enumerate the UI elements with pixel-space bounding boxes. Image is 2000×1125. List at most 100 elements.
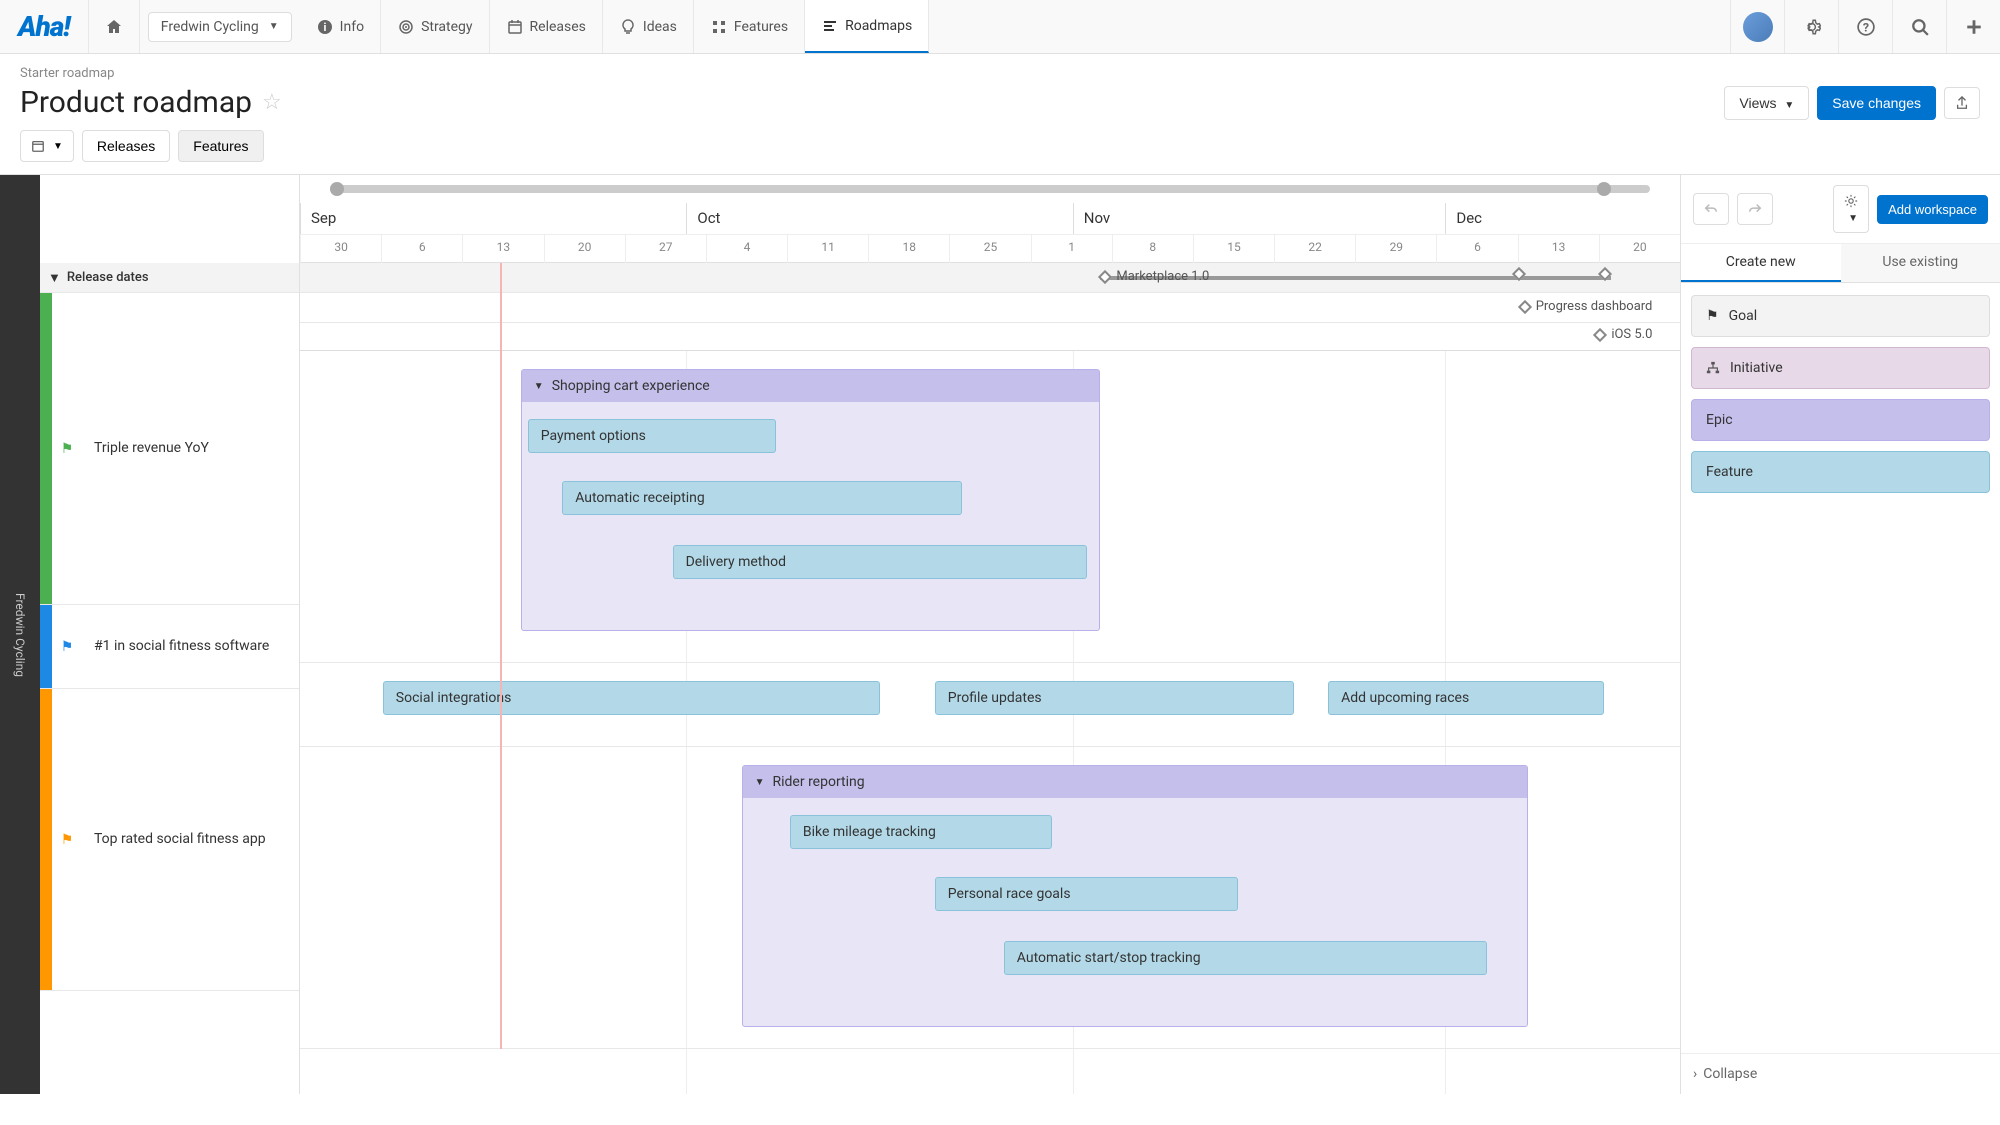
- nav-info[interactable]: i Info: [300, 0, 381, 53]
- main-content: Fredwin Cycling ▼ Release dates ⚑ Triple…: [0, 175, 2000, 1094]
- add-button[interactable]: [1946, 0, 2000, 53]
- target-icon: [397, 18, 415, 36]
- scrubber-handle-start[interactable]: [330, 182, 344, 196]
- logo: Aha!: [0, 10, 88, 43]
- release-milestone-marker[interactable]: [1600, 269, 1610, 279]
- week-header: 30 6 13 20 27 4 11 18 25 1 8 15 22 29 6 …: [300, 235, 1680, 263]
- release-milestone[interactable]: Progress dashboard: [1520, 299, 1653, 314]
- release-milestone[interactable]: iOS 5.0: [1595, 327, 1652, 342]
- share-icon: [1955, 96, 1969, 110]
- settings-button[interactable]: [1784, 0, 1838, 53]
- grid-icon: [710, 18, 728, 36]
- nav-features[interactable]: Features: [694, 0, 805, 53]
- release-milestone[interactable]: Marketplace 1.0: [1100, 269, 1209, 284]
- nav-releases[interactable]: Releases: [490, 0, 603, 53]
- flag-icon: ⚑: [52, 605, 82, 688]
- chevron-down-icon: ▼: [48, 270, 61, 286]
- feature-card[interactable]: Automatic start/stop tracking: [1004, 941, 1487, 975]
- goal-row[interactable]: ⚑ Triple revenue YoY: [40, 293, 299, 605]
- nav-home[interactable]: [88, 0, 140, 53]
- month-label: Dec: [1445, 203, 1680, 234]
- info-icon: i: [316, 18, 334, 36]
- add-workspace-button[interactable]: Add workspace: [1877, 195, 1988, 224]
- workspace-selector[interactable]: Fredwin Cycling ▼: [148, 12, 292, 42]
- diamond-icon: [1593, 327, 1607, 341]
- today-line: [500, 263, 502, 1049]
- collapse-panel-button[interactable]: › Collapse: [1681, 1053, 2000, 1094]
- caret-down-icon: ▼: [1784, 100, 1794, 111]
- hierarchy-icon: [1706, 361, 1720, 375]
- tab-use-existing[interactable]: Use existing: [1841, 244, 2000, 282]
- tab-create-new[interactable]: Create new: [1681, 244, 1841, 282]
- page-title: Product roadmap ☆: [20, 85, 282, 120]
- month-label: Nov: [1073, 203, 1446, 234]
- home-icon: [105, 18, 123, 36]
- share-button[interactable]: [1944, 87, 1980, 119]
- nav-ideas[interactable]: Ideas: [603, 0, 694, 53]
- star-icon[interactable]: ☆: [262, 90, 282, 115]
- user-avatar[interactable]: [1730, 0, 1784, 53]
- feature-card[interactable]: Social integrations: [383, 681, 880, 715]
- help-button[interactable]: ?: [1838, 0, 1892, 53]
- panel-settings-button[interactable]: ▼: [1833, 185, 1869, 233]
- color-strip: [40, 689, 52, 990]
- search-icon: [1911, 18, 1929, 36]
- feature-card[interactable]: Bike mileage tracking: [790, 815, 1052, 849]
- palette-feature[interactable]: Feature: [1691, 451, 1990, 493]
- features-toggle[interactable]: Features: [178, 130, 263, 162]
- feature-card[interactable]: Automatic receipting: [562, 481, 962, 515]
- release-milestone-marker[interactable]: [1514, 269, 1524, 279]
- timeline: Sep Oct Nov Dec 30 6 13 20 27 4 11 18 25…: [300, 175, 1680, 1094]
- palette-epic[interactable]: Epic: [1691, 399, 1990, 441]
- timeline-scrubber[interactable]: [300, 175, 1680, 203]
- color-strip: [40, 293, 52, 604]
- gear-icon: [1803, 18, 1821, 36]
- releases-toggle[interactable]: Releases: [82, 130, 170, 162]
- right-panel-tabs: Create new Use existing: [1681, 244, 2000, 283]
- release-dates-header[interactable]: ▼ Release dates: [40, 263, 299, 293]
- date-range-button[interactable]: ▼: [20, 130, 74, 162]
- feature-card[interactable]: Personal race goals: [935, 877, 1239, 911]
- epic-header[interactable]: ▼Rider reporting: [743, 766, 1528, 798]
- feature-card[interactable]: Profile updates: [935, 681, 1294, 715]
- plus-icon: [1965, 18, 1983, 36]
- search-button[interactable]: [1892, 0, 1946, 53]
- feature-card[interactable]: Payment options: [528, 419, 776, 453]
- calendar-icon: [506, 18, 524, 36]
- undo-icon: [1704, 202, 1718, 216]
- nav-strategy[interactable]: Strategy: [381, 0, 489, 53]
- save-button[interactable]: Save changes: [1817, 86, 1936, 120]
- release-lane: iOS 5.0: [300, 323, 1680, 351]
- redo-button[interactable]: [1737, 193, 1773, 225]
- timeline-body: Marketplace 1.0 Progress dashboard iOS 5…: [300, 263, 1680, 1049]
- views-button[interactable]: Views ▼: [1724, 86, 1809, 120]
- scrubber-handle-end[interactable]: [1597, 182, 1611, 196]
- timeline-lane: ▼Shopping cart experience Payment option…: [300, 351, 1680, 663]
- palette: ⚑Goal Initiative Epic Feature: [1681, 283, 2000, 505]
- diamond-icon: [1598, 267, 1612, 281]
- chevron-down-icon: ▼: [755, 777, 765, 788]
- goal-row[interactable]: ⚑ Top rated social fitness app: [40, 689, 299, 991]
- redo-icon: [1748, 202, 1762, 216]
- diamond-icon: [1098, 269, 1112, 283]
- epic-header[interactable]: ▼Shopping cart experience: [522, 370, 1100, 402]
- timeline-lane: ▼Rider reporting Bike mileage tracking P…: [300, 747, 1680, 1049]
- top-nav: Aha! Fredwin Cycling ▼ i Info Strategy R…: [0, 0, 2000, 54]
- feature-card[interactable]: Delivery method: [673, 545, 1087, 579]
- palette-goal[interactable]: ⚑Goal: [1691, 295, 1990, 337]
- color-strip: [40, 605, 52, 688]
- feature-card[interactable]: Add upcoming races: [1328, 681, 1604, 715]
- sidebar-strip[interactable]: Fredwin Cycling: [0, 175, 40, 1094]
- nav-roadmaps[interactable]: Roadmaps: [805, 0, 929, 53]
- flag-icon: ⚑: [52, 293, 82, 604]
- diamond-icon: [1512, 267, 1526, 281]
- page-header: Starter roadmap Product roadmap ☆ Views …: [0, 54, 2000, 120]
- goal-row[interactable]: ⚑ #1 in social fitness software: [40, 605, 299, 689]
- month-header: Sep Oct Nov Dec: [300, 203, 1680, 235]
- palette-initiative[interactable]: Initiative: [1691, 347, 1990, 389]
- bulb-icon: [619, 18, 637, 36]
- breadcrumb[interactable]: Starter roadmap: [20, 66, 1980, 81]
- undo-button[interactable]: [1693, 193, 1729, 225]
- chevron-right-icon: ›: [1693, 1066, 1697, 1082]
- caret-down-icon: ▼: [53, 141, 63, 152]
